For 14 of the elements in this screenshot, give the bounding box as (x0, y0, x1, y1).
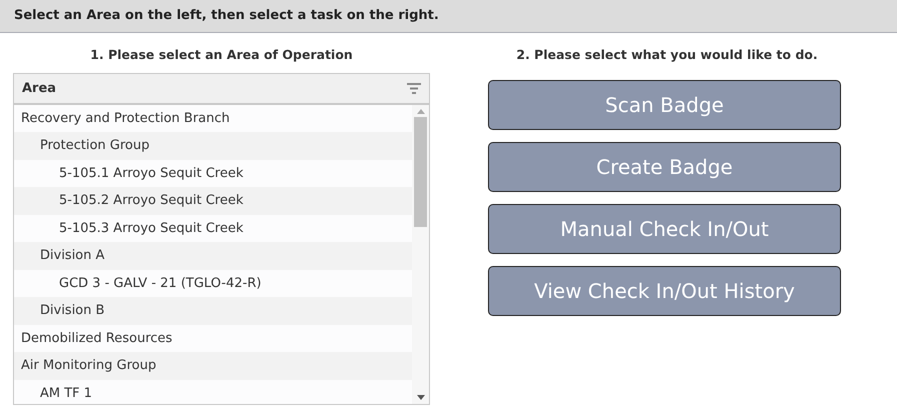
column-header: Area (22, 80, 56, 98)
tree-item[interactable]: Division B (14, 297, 412, 325)
tree-item[interactable]: 5-105.2 Arroyo Sequit Creek (14, 187, 412, 215)
section-heading: 1. Please select an Area of Operation (89, 46, 354, 64)
scrollbar[interactable] (412, 104, 429, 404)
filter-icon[interactable] (407, 82, 421, 94)
scroll-thumb[interactable] (414, 116, 427, 227)
tree-item[interactable]: Division A (14, 242, 412, 270)
instruction-bar: Select an Area on the left, then select a task on the right. (0, 0, 897, 33)
section-heading: 2. Please select what you would like to do. (515, 46, 819, 64)
tree-item[interactable]: Protection Group (14, 132, 412, 160)
scroll-down-icon[interactable] (416, 394, 424, 400)
tree-item[interactable]: Air Monitoring Group (14, 352, 412, 380)
scroll-up-icon[interactable] (416, 108, 424, 114)
